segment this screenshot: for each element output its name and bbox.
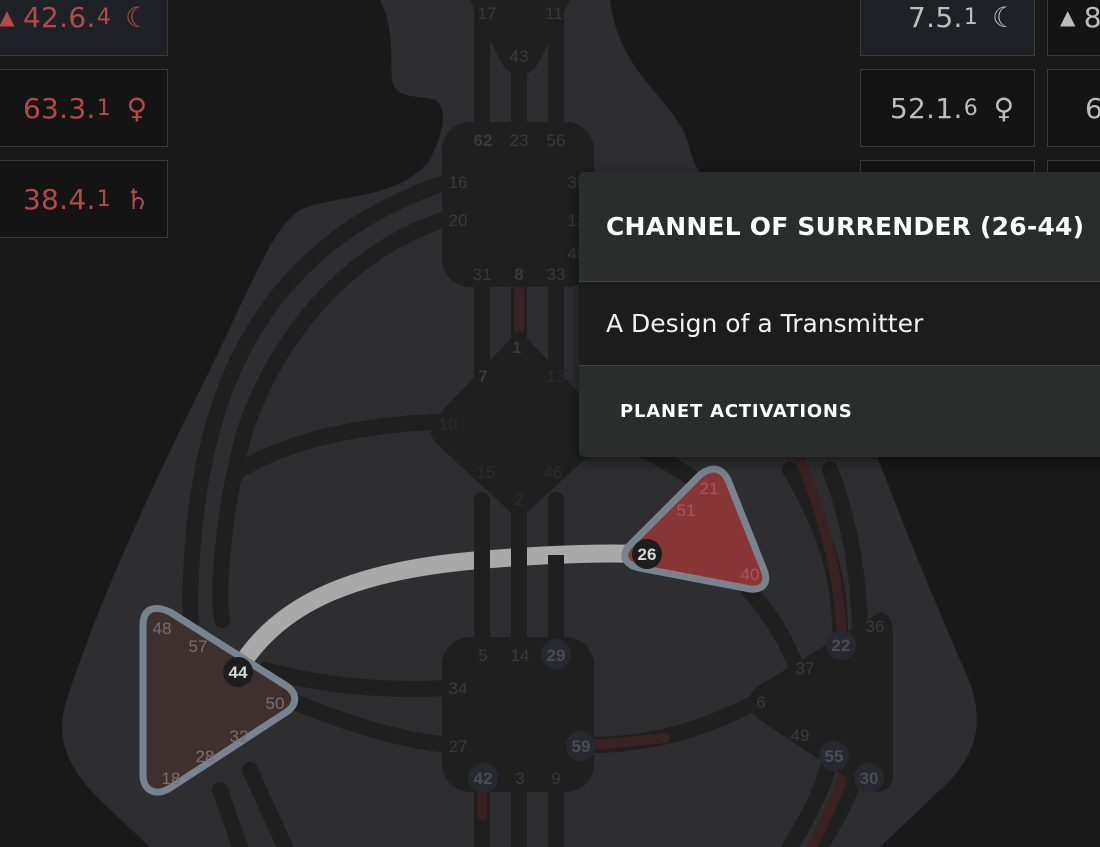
design-card-moon[interactable]: ▲ 42.6. 4 ☾ — [0, 0, 168, 56]
gate-26: 26 — [638, 545, 657, 564]
personality-card-venus[interactable]: 52.1. 6 ♀ — [860, 69, 1035, 147]
gate-29: 29 — [547, 646, 566, 665]
activation-line: 4 — [96, 4, 111, 30]
moon-icon: ☾ — [992, 0, 1018, 34]
gate-7: 7 — [478, 367, 487, 386]
gate-37: 37 — [796, 659, 815, 678]
gate-59: 59 — [572, 737, 591, 756]
gate-21: 21 — [700, 479, 719, 498]
gate-34: 34 — [449, 679, 468, 698]
activation-line: 6 — [963, 95, 978, 121]
gate-2: 2 — [514, 490, 523, 509]
gate-32: 32 — [230, 727, 249, 746]
gate-5: 5 — [478, 646, 487, 665]
gate-30: 30 — [860, 769, 879, 788]
personality-card-moon[interactable]: 7.5. 1 ☾ — [860, 0, 1035, 56]
triangle-up-icon: ▲ — [0, 5, 15, 29]
gate-57: 57 — [189, 637, 208, 656]
gate-36: 36 — [866, 617, 885, 636]
gate-11: 11 — [545, 4, 563, 23]
gate-62: 62 — [474, 131, 493, 150]
gate-27: 27 — [449, 737, 468, 756]
activation-gate-partial: 8 — [1083, 0, 1100, 34]
gate-56: 56 — [547, 131, 566, 150]
extra-card-2[interactable]: 6 — [1047, 69, 1100, 147]
channel-tooltip: CHANNEL OF SURRENDER (26-44) A Design of… — [579, 172, 1100, 457]
gate-14: 14 — [511, 646, 530, 665]
gate-15: 15 — [477, 463, 496, 482]
gate-16: 16 — [449, 173, 468, 192]
gate-28: 28 — [196, 747, 215, 766]
gate-55: 55 — [825, 747, 844, 766]
gate-8: 8 — [514, 265, 523, 284]
gate-20: 20 — [449, 211, 468, 230]
gate-9: 9 — [551, 769, 560, 788]
gate-51: 51 — [677, 501, 696, 520]
gate-22: 22 — [832, 636, 851, 655]
activation-gate: 63.3. — [22, 91, 96, 125]
gate-31: 31 — [473, 265, 492, 284]
gate-48: 48 — [153, 619, 172, 638]
saturn-icon: ♄ — [125, 182, 151, 216]
design-card-saturn[interactable]: 38.4. 1 ♄ — [0, 160, 168, 238]
activation-gate: 52.1. — [889, 91, 963, 125]
gate-46: 46 — [544, 463, 563, 482]
activation-gate: 7.5. — [908, 0, 963, 34]
gate-43: 43 — [510, 47, 529, 66]
extra-card-1[interactable]: ▲ 8 — [1047, 0, 1100, 56]
activation-gate-partial: 6 — [1085, 91, 1100, 125]
venus-icon: ♀ — [993, 91, 1015, 125]
gate-49: 49 — [791, 726, 810, 745]
activation-line: 1 — [96, 95, 111, 121]
gate-1: 1 — [512, 338, 521, 357]
gate-50: 50 — [266, 694, 285, 713]
activation-line: 1 — [96, 186, 111, 212]
gate-3: 3 — [515, 769, 524, 788]
activation-gate: 42.6. — [22, 0, 96, 34]
moon-icon: ☾ — [125, 0, 151, 34]
tooltip-subtitle: A Design of a Transmitter — [579, 282, 1100, 366]
activation-line: 1 — [963, 4, 978, 30]
tooltip-title: CHANNEL OF SURRENDER (26-44) — [579, 172, 1100, 282]
activation-gate: 38.4. — [22, 182, 96, 216]
gate-10: 10 — [439, 415, 458, 434]
gate-18: 18 — [162, 769, 181, 788]
gate-44: 44 — [229, 663, 248, 682]
gate-13: 13 — [547, 367, 566, 386]
gate-6: 6 — [756, 693, 765, 712]
planet-activations-section[interactable]: PLANET ACTIVATIONS — [579, 366, 1100, 456]
triangle-up-icon: ▲ — [1060, 5, 1076, 29]
gate-23: 23 — [510, 131, 529, 150]
design-card-venus[interactable]: 63.3. 1 ♀ — [0, 69, 168, 147]
gate-42: 42 — [474, 769, 493, 788]
gate-33: 33 — [547, 265, 566, 284]
venus-icon: ♀ — [126, 91, 148, 125]
gate-17: 17 — [478, 4, 497, 23]
gate-40: 40 — [741, 565, 760, 584]
